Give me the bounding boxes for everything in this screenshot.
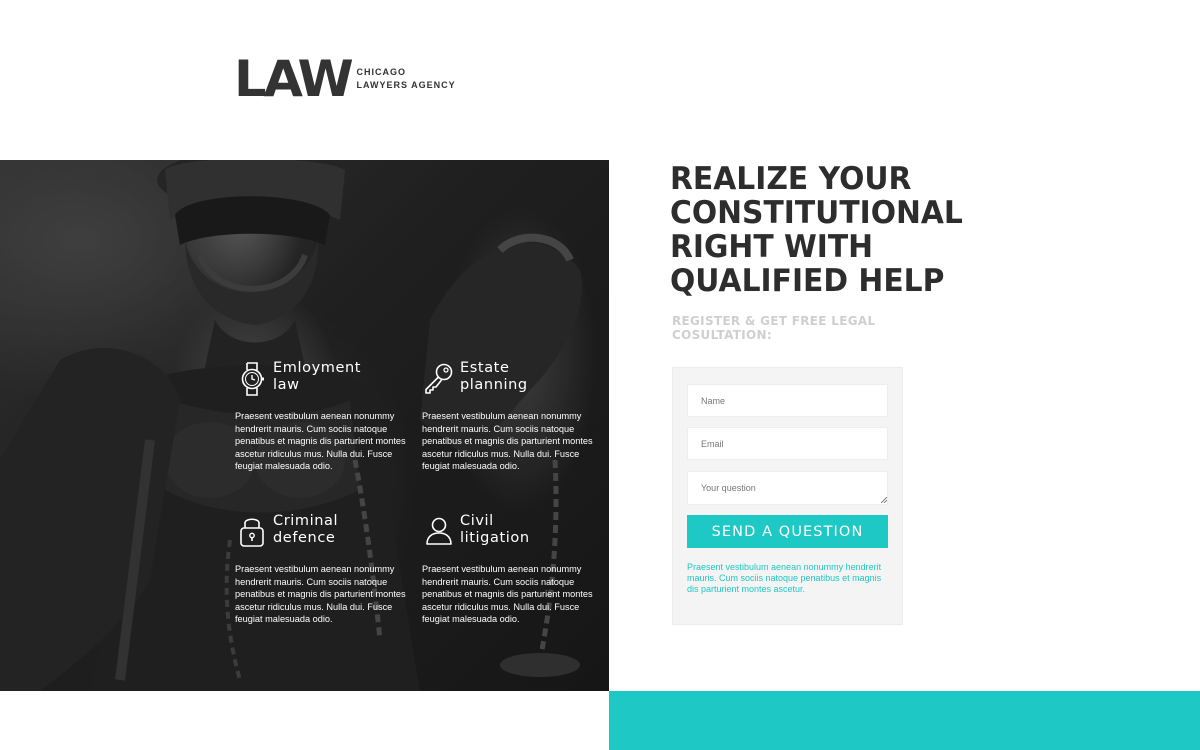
feature-description: Praesent vestibulum aenean nonummy hendr… (235, 564, 406, 625)
accent-band (609, 691, 1200, 750)
feature-description: Praesent vestibulum aenean nonummy hendr… (422, 564, 593, 625)
watch-icon (241, 362, 264, 396)
key-icon (425, 363, 453, 394)
question-field[interactable] (687, 471, 888, 505)
page-headline: REALIZE YOUR CONSTITUTIONAL RIGHT WITH Q… (670, 162, 977, 298)
feature-employment-law: Emloyment law Praesent vestibulum aenean… (235, 360, 407, 473)
feature-title: Emloyment law (273, 360, 362, 393)
form-note: Praesent vestibulum aenean nonummy hendr… (687, 562, 882, 594)
send-question-button[interactable]: SEND A QUESTION (687, 515, 888, 548)
logo-tagline: CHICAGO LAWYERS AGENCY (356, 66, 455, 92)
site-logo[interactable]: LAW CHICAGO LAWYERS AGENCY (234, 50, 456, 108)
email-field[interactable] (687, 427, 888, 460)
feature-title: Civil litigation (460, 513, 530, 546)
hero-image-panel: Emloyment law Praesent vestibulum aenean… (0, 160, 609, 691)
feature-description: Praesent vestibulum aenean nonummy hendr… (422, 411, 593, 472)
name-field[interactable] (687, 384, 888, 417)
feature-civil-litigation: Civil litigation Praesent vestibulum aen… (422, 513, 594, 626)
headline-line: REALIZE YOUR (670, 161, 912, 197)
headline-line: QUALIFIED HELP (670, 263, 945, 299)
feature-title: Criminal defence (273, 513, 339, 546)
feature-estate-planning: Estate planning Praesent vestibulum aene… (422, 360, 594, 473)
question-form: SEND A QUESTION Praesent vestibulum aene… (672, 367, 903, 625)
page-subheadline: REGISTER & GET FREE LEGAL COSULTATION: (672, 314, 876, 342)
logo-tagline-line2: LAWYERS AGENCY (356, 80, 456, 90)
headline-line: CONSTITUTIONAL (670, 195, 963, 231)
feature-criminal-defence: Criminal defence Praesent vestibulum aen… (235, 513, 407, 626)
person-icon (426, 517, 452, 545)
feature-title: Estate planning (460, 360, 528, 393)
headline-line: RIGHT WITH (670, 229, 874, 265)
logo-tagline-line1: CHICAGO (356, 67, 406, 77)
logo-mark: LAW (234, 50, 354, 108)
padlock-icon (240, 518, 264, 547)
feature-description: Praesent vestibulum aenean nonummy hendr… (235, 411, 406, 472)
